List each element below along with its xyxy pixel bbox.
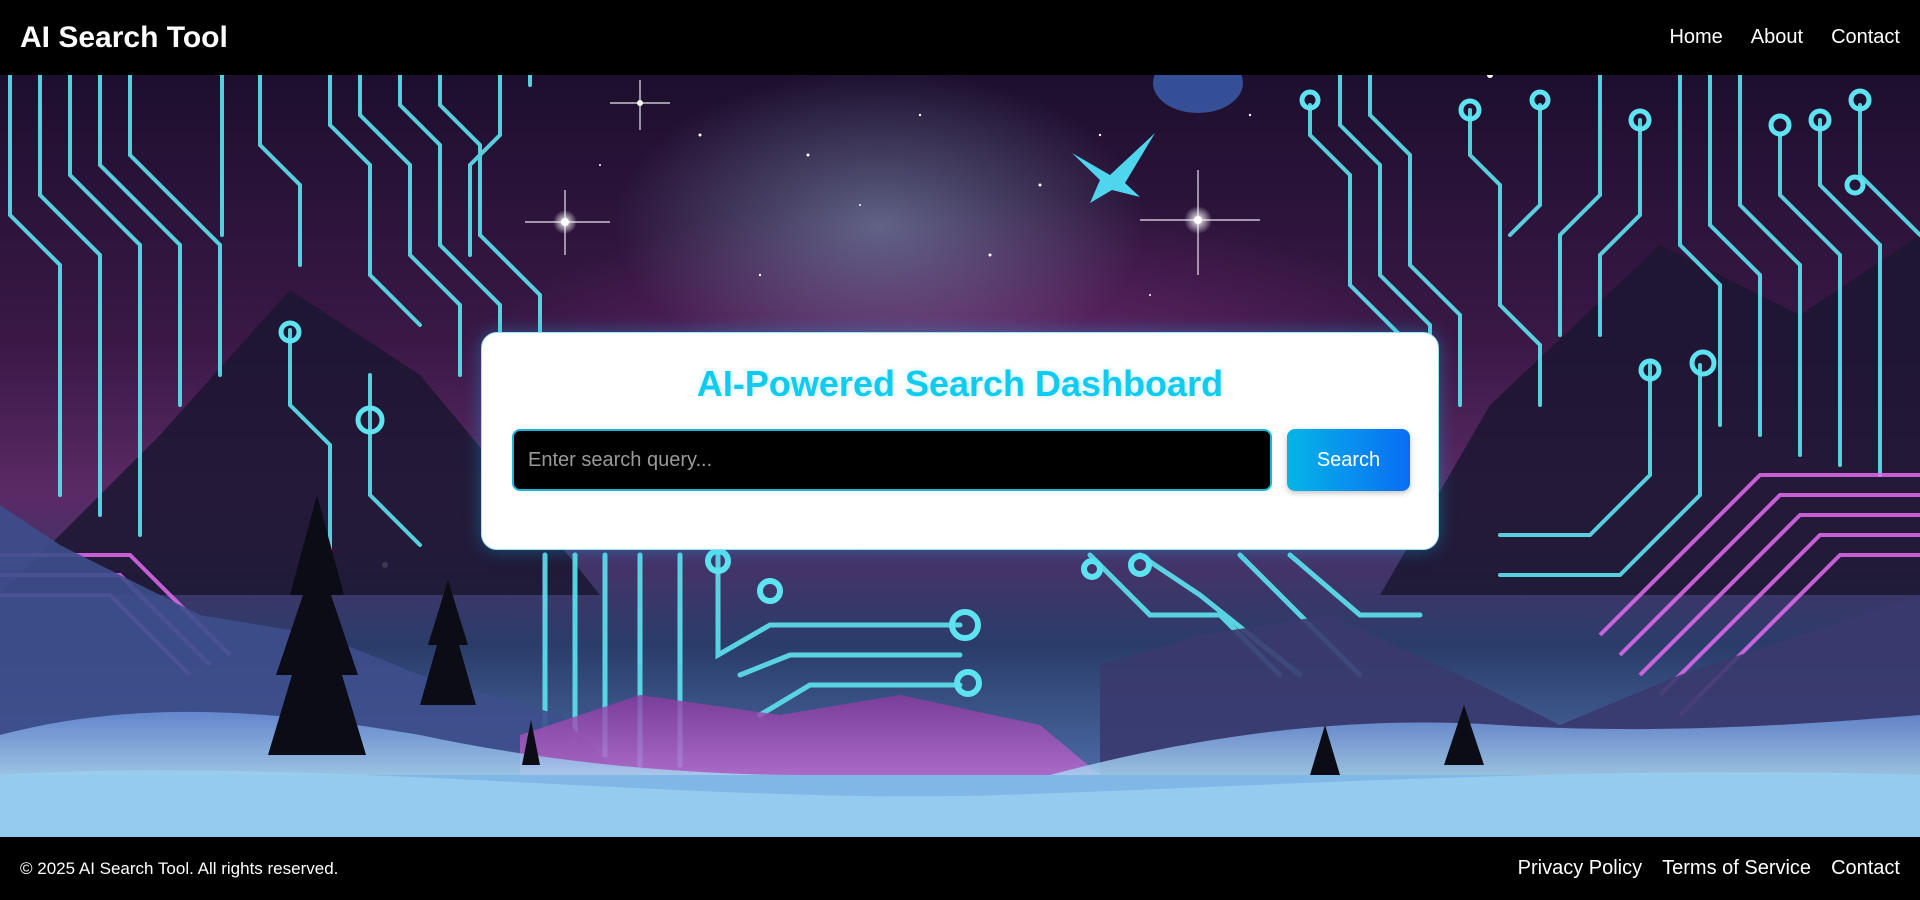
star-sparkles: [525, 80, 1260, 275]
top-nav-bar: AI Search Tool Home About Contact: [0, 0, 1920, 75]
search-input[interactable]: [512, 429, 1272, 491]
page-title: AI-Powered Search Dashboard: [696, 363, 1224, 404]
footer-link-privacy[interactable]: Privacy Policy: [1518, 857, 1642, 880]
nav-link-home[interactable]: Home: [1669, 26, 1722, 49]
main-nav: Home About Contact: [1669, 26, 1900, 49]
footer-link-terms[interactable]: Terms of Service: [1662, 857, 1811, 880]
footer-bar: © 2025 AI Search Tool. All rights reserv…: [0, 837, 1920, 900]
brand-logo-text[interactable]: AI Search Tool: [20, 21, 228, 55]
search-card: AI-Powered Search Dashboard Search: [481, 332, 1439, 550]
planet-shape: [1153, 75, 1243, 113]
footer-link-contact[interactable]: Contact: [1831, 857, 1900, 880]
copyright-text: © 2025 AI Search Tool. All rights reserv…: [20, 858, 339, 878]
bird-silhouette: [1072, 133, 1155, 203]
nav-link-contact[interactable]: Contact: [1831, 26, 1900, 49]
search-button[interactable]: Search: [1287, 429, 1410, 491]
nav-link-about[interactable]: About: [1751, 26, 1803, 49]
footer-links: Privacy Policy Terms of Service Contact: [1518, 857, 1900, 880]
